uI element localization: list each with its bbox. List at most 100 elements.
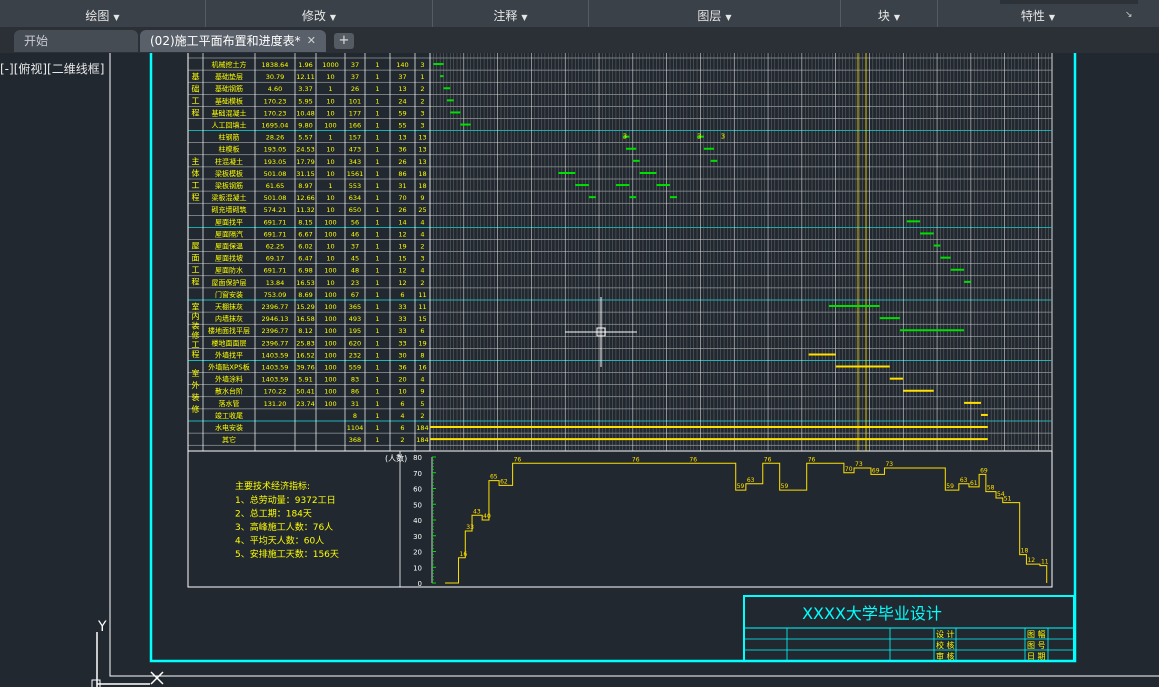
chevron-down-icon: ▼ [521,13,528,22]
table-cell-crew: 10 [326,97,334,105]
table-cell-qty: 501.08 [264,170,287,178]
table-cell-dur: 4 [420,267,424,275]
expand-arrow-icon[interactable]: ↘ [1125,10,1133,20]
table-cell-dur: 16 [418,364,426,372]
table-cell-days: 26 [351,85,359,93]
table-cell-rate: 39.76 [296,364,315,372]
table-cell-rate: 6.67 [298,230,312,238]
table-cell-crew: 1 [328,182,332,190]
group-label-char: 面 [192,254,200,263]
table-cell-shift: 1 [375,243,379,251]
table-cell-rate: 8.15 [298,218,312,226]
group-label-char: 工 [192,181,200,190]
table-cell-dur: 3 [420,255,424,263]
table-cell-crew: 10 [326,170,334,178]
table-cell-shift: 1 [375,291,379,299]
summary-item: 1、总劳动量：9372工日 [235,494,336,506]
table-cell-shift: 1 [375,61,379,69]
table-cell-days: 101 [349,97,361,105]
table-cell-dur: 3 [420,61,424,69]
table-cell-crew: 100 [324,376,336,384]
group-label-char: 室 [192,302,200,312]
labor-step-label: 76 [808,456,816,463]
table-cell-shift: 1 [375,327,379,335]
table-cell-dur: 9 [420,388,424,396]
table-cell-dur: 4 [420,376,424,384]
table-cell-rate: 25.83 [296,339,315,347]
table-cell-qty: 691.71 [264,230,287,238]
group-label-char: 础 [192,83,200,93]
table-cell-crew: 10 [326,243,334,251]
table-cell-dur: 11 [418,291,426,299]
group-label-char: 程 [192,193,200,202]
table-cell-days: 86 [351,388,359,396]
table-cell-dur: 13 [418,146,426,154]
table-cell-name: 基础混凝土 [212,108,247,117]
ribbon-dropdown-strip [1000,0,1138,4]
table-cell-qty: 131.20 [264,400,287,408]
ribbon-panel-draw[interactable]: 绘图 ▼ [0,0,206,27]
table-cell-name: 屋面找坡 [215,254,243,263]
tab-drawing[interactable]: (02)施工平面布置和进度表* ✕ [140,30,326,52]
table-cell-dur: 2 [420,243,424,251]
labor-step-label: 61 [970,480,978,487]
table-cell-dur: 1 [420,73,424,81]
title-block-field: 日 期 [1027,652,1046,661]
tab-drawing-label: (02)施工平面布置和进度表* [150,34,301,48]
table-cell-people: 12 [398,230,406,238]
table-cell-crew: 100 [324,230,336,238]
table-cell-dur: 6 [420,327,424,335]
table-cell-people: 37 [398,73,406,81]
chart-tick-label: 60 [413,486,422,494]
close-icon[interactable]: ✕ [307,30,316,52]
ucs-icon: Y [91,619,164,687]
title-block-school: XXXX大学毕业设计 [802,604,942,623]
table-cell-qty: 691.71 [264,267,287,275]
ribbon-panel-block[interactable]: 块 ▼ [841,0,938,27]
table-cell-rate: 3.37 [298,85,312,93]
table-cell-dur: 2 [420,97,424,105]
tab-start[interactable]: 开始 [14,30,138,52]
ribbon-panel-modify[interactable]: 修改 ▼ [206,0,433,27]
labor-step-label: 16 [460,551,468,558]
viewport-controls[interactable]: [-][俯视][二维线框] [0,60,104,77]
table-cell-days: 31 [351,400,359,408]
table-cell-shift: 1 [375,73,379,81]
labor-step-label: 70 [845,466,853,473]
labor-step-label: 76 [632,456,640,463]
drawing-canvas[interactable]: 基础工程主体工程屋面工程室内装修工程室外装修机械挖土方 1838.64 1.96 10… [0,53,1159,687]
table-cell-people: 30 [398,351,406,359]
table-cell-days: 553 [349,182,361,190]
table-cell-rate: 12.66 [296,194,315,202]
table-cell-people: 12 [398,279,406,287]
table-cell-shift: 1 [375,412,379,420]
group-label-char: 工 [192,266,200,275]
table-cell-shift: 1 [375,85,379,93]
table-cell-people: 33 [398,315,406,323]
table-cell-qty: 69.17 [266,255,285,263]
table-cell-name: 梁板模板 [215,169,243,178]
ribbon-panel-annotate[interactable]: 注释 ▼ [433,0,589,27]
ribbon-panel-properties[interactable]: 特性 ▼ [938,0,1138,27]
table-cell-name: 柱模板 [219,145,240,154]
table-cell-shift: 1 [375,255,379,263]
table-cell-people: 19 [398,243,406,251]
table-cell-qty: 170.23 [264,109,287,117]
group-label-char: 装 [192,321,200,331]
new-tab-button[interactable]: + [334,33,354,49]
table-cell-name: 楼地面找平层 [208,326,250,335]
table-cell-days: 37 [351,61,359,69]
table-cell-dur: 9 [420,194,424,202]
table-cell-crew: 100 [324,364,336,372]
chart-axis-label: (人数) [385,453,407,463]
table-cell-people: 20 [398,376,406,384]
chevron-down-icon: ▼ [725,13,732,22]
table-cell-name: 柱混凝土 [215,157,243,166]
labor-step-label: 40 [483,513,491,520]
table-cell-name: 基础垫层 [215,72,243,81]
ribbon-panel-layers[interactable]: 图层 ▼ [589,0,841,27]
table-cell-name: 柱钢筋 [219,133,240,142]
table-cell-shift: 1 [375,122,379,130]
table-cell-shift: 1 [375,109,379,117]
table-cell-people: 70 [398,194,406,202]
